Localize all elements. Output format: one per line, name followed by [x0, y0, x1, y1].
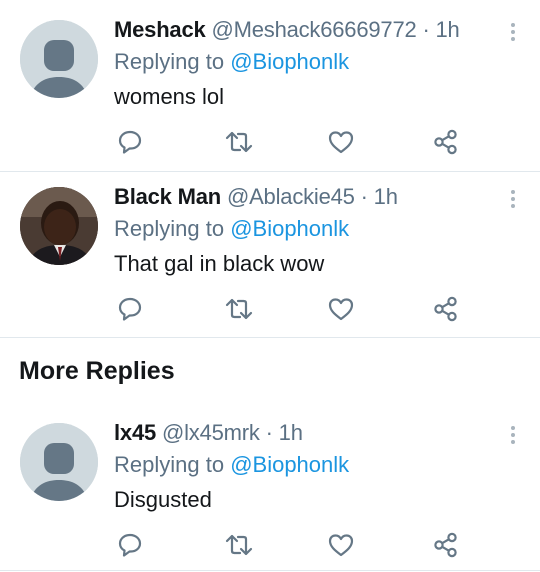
retweet-icon[interactable] — [224, 296, 254, 322]
timestamp[interactable]: · 1h — [260, 420, 303, 445]
display-name[interactable]: Black Man — [114, 184, 221, 209]
replying-to: Replying to @Biophonlk — [114, 216, 349, 242]
tweet-text: womens lol — [114, 84, 225, 109]
replying-to: Replying to @Biophonlk — [114, 452, 349, 478]
replying-to: Replying to @Biophonlk — [114, 49, 349, 75]
tweet[interactable]: Meshack @Meshack66669772 · 1h Replying t… — [0, 17, 540, 157]
divider — [0, 570, 540, 571]
tweet-header: Meshack @Meshack66669772 · 1h — [114, 17, 460, 43]
handle[interactable]: @lx45mrk — [162, 420, 260, 445]
avatar[interactable] — [20, 423, 98, 501]
tweet-text: That gal in black wow — [114, 251, 325, 276]
divider — [0, 171, 540, 172]
default-avatar-icon — [20, 423, 98, 501]
display-name[interactable]: Meshack — [114, 17, 206, 42]
reply-icon[interactable] — [116, 296, 144, 322]
mention-link[interactable]: @Biophonlk — [230, 49, 349, 74]
display-name[interactable]: lx45 — [114, 420, 156, 445]
action-bar — [114, 129, 480, 155]
replying-prefix: Replying to — [114, 49, 231, 74]
mention-link[interactable]: @Biophonlk — [230, 452, 349, 477]
tweet[interactable]: Black Man @Ablackie45 · 1h Replying to @… — [0, 184, 540, 324]
tweet-text: Disgusted — [114, 487, 212, 512]
timestamp[interactable]: · 1h — [417, 17, 459, 42]
tweet[interactable]: lx45 @lx45mrk · 1h Replying to @Biophonl… — [0, 420, 540, 560]
more-vertical-icon[interactable] — [508, 424, 518, 448]
action-bar — [114, 296, 480, 322]
share-icon[interactable] — [432, 532, 460, 558]
reply-icon[interactable] — [116, 129, 144, 155]
timestamp[interactable]: · 1h — [355, 184, 398, 209]
avatar[interactable] — [20, 20, 98, 98]
action-bar — [114, 532, 480, 558]
share-icon[interactable] — [432, 129, 460, 155]
default-avatar-icon — [20, 20, 98, 98]
section-title: More Replies — [19, 357, 175, 385]
more-vertical-icon[interactable] — [508, 188, 518, 212]
retweet-icon[interactable] — [224, 129, 254, 155]
replying-prefix: Replying to — [114, 216, 231, 241]
tweet-header: lx45 @lx45mrk · 1h — [114, 420, 303, 446]
more-vertical-icon[interactable] — [508, 21, 518, 45]
retweet-icon[interactable] — [224, 532, 254, 558]
reply-icon[interactable] — [116, 532, 144, 558]
like-icon[interactable] — [327, 296, 355, 322]
divider — [0, 337, 540, 338]
avatar[interactable] — [20, 187, 98, 265]
like-icon[interactable] — [327, 129, 355, 155]
handle[interactable]: @Meshack66669772 — [211, 17, 416, 42]
tweet-header: Black Man @Ablackie45 · 1h — [114, 184, 398, 210]
photo-avatar-icon — [20, 187, 98, 265]
replying-prefix: Replying to — [114, 452, 231, 477]
mention-link[interactable]: @Biophonlk — [230, 216, 349, 241]
like-icon[interactable] — [327, 532, 355, 558]
handle[interactable]: @Ablackie45 — [227, 184, 355, 209]
share-icon[interactable] — [432, 296, 460, 322]
